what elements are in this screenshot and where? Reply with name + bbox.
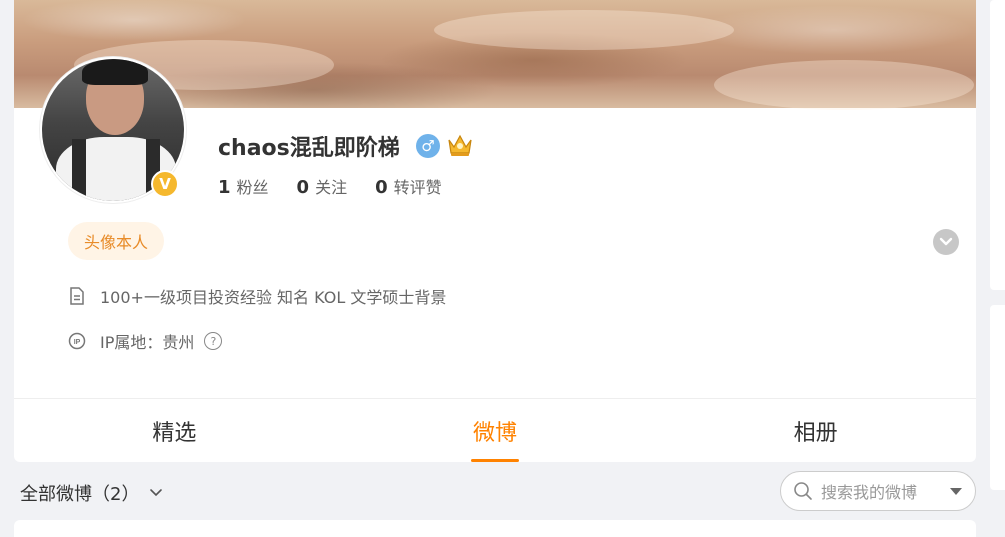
following-label: 关注: [315, 178, 348, 197]
help-icon[interactable]: ?: [204, 332, 223, 350]
post-filter-dropdown[interactable]: 全部微博（2）: [20, 480, 163, 506]
username: chaos混乱即阶梯: [218, 136, 400, 161]
followers-count: 1: [218, 177, 231, 198]
interactions-label: 转评赞: [393, 178, 442, 197]
interactions-stat[interactable]: 0 转评赞: [375, 174, 442, 198]
tab-album[interactable]: 相册: [655, 399, 976, 462]
document-icon: [68, 287, 86, 305]
following-stat[interactable]: 0 关注: [297, 174, 348, 198]
ip-location: IP属地：贵州: [100, 333, 195, 352]
interactions-count: 0: [375, 177, 388, 198]
feed-card: [14, 520, 976, 537]
search-input[interactable]: 搜索我的微博: [821, 479, 917, 503]
followers-label: 粉丝: [236, 178, 269, 197]
post-filter-label: 全部微博（2）: [20, 484, 140, 505]
profile-tabs: 精选 微博 相册: [14, 398, 976, 462]
chevron-down-icon: [150, 489, 163, 497]
profile-stats: 1 粉丝 0 关注 0 转评赞: [218, 174, 442, 198]
expand-button[interactable]: [933, 229, 959, 255]
side-card-bottom: [990, 305, 1005, 490]
search-icon: [794, 482, 812, 500]
ip-icon: IP: [68, 332, 86, 350]
bio-row: 100+一级项目投资经验 知名 KOL 文学硕士背景: [68, 284, 446, 308]
chevron-down-icon: [939, 237, 953, 246]
profile-card: chaos混乱即阶梯 ♂ 1 粉丝 0 关注 0 转评赞 头像本人 100+一级…: [14, 0, 976, 462]
caret-down-icon[interactable]: [949, 486, 963, 496]
ip-row: IP IP属地：贵州 ?: [68, 329, 223, 353]
side-card-top: [990, 0, 1005, 290]
bio-text: 100+一级项目投资经验 知名 KOL 文学硕士背景: [100, 288, 447, 307]
tab-featured[interactable]: 精选: [14, 399, 335, 462]
following-count: 0: [296, 177, 310, 198]
crown-icon[interactable]: [446, 132, 474, 158]
followers-stat[interactable]: 1 粉丝: [218, 174, 269, 198]
svg-text:IP: IP: [74, 339, 81, 346]
search-box[interactable]: 搜索我的微博: [780, 471, 976, 511]
verified-badge: V: [151, 170, 179, 198]
profile-tag[interactable]: 头像本人: [68, 222, 165, 260]
tab-weibo[interactable]: 微博: [335, 399, 656, 462]
male-icon: ♂: [416, 134, 440, 158]
